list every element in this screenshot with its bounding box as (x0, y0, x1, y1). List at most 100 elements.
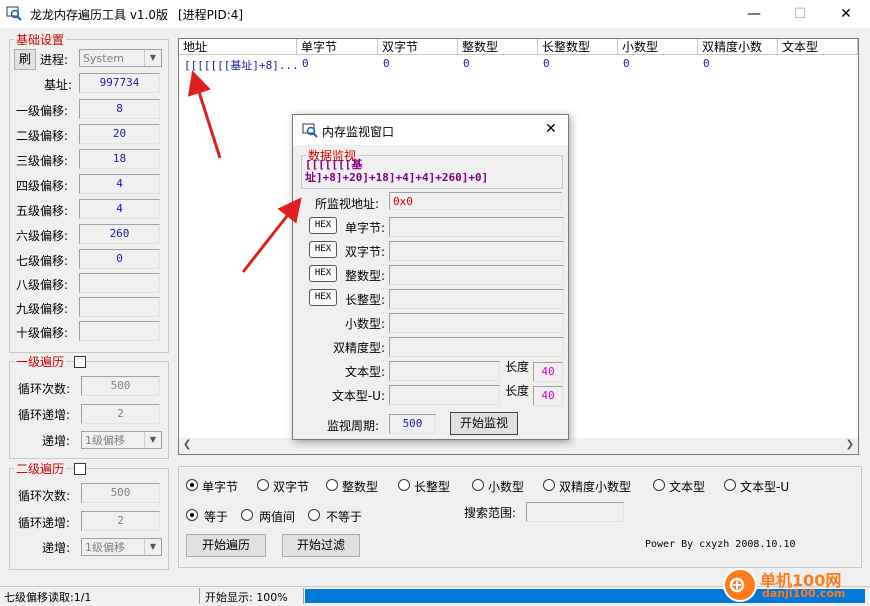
monitor-period-label: 监视周期: (327, 419, 380, 433)
traverse2-inc-label: 循环递增: (18, 516, 71, 530)
offset-input[interactable]: 4 (79, 199, 160, 219)
scroll-left-icon[interactable]: ❮ (183, 439, 191, 450)
compare-radio-label[interactable]: 等于 (204, 508, 228, 525)
traverse1-checkbox[interactable] (74, 356, 86, 368)
traverse2-step-label: 递增: (42, 541, 71, 555)
monitor-address-value[interactable]: 0x0 (389, 192, 562, 210)
column-header[interactable]: 地址 (179, 39, 297, 55)
hex-toggle-button[interactable]: HEX (309, 217, 337, 234)
process-select[interactable]: System ▼ (79, 49, 162, 67)
chevron-down-icon: ▼ (144, 50, 161, 66)
base-value[interactable]: 997734 (79, 73, 160, 93)
dialog-close-button[interactable]: ✕ (545, 121, 557, 137)
traverse1-legend: 一级遍历 (14, 353, 66, 370)
column-header[interactable]: 双字节 (378, 39, 458, 55)
offset-input[interactable]: 8 (79, 99, 160, 119)
type-radio[interactable] (398, 479, 410, 491)
type-radio-label[interactable]: 文本型 (669, 478, 705, 495)
monitor-field-value[interactable] (389, 265, 564, 285)
traverse1-step-select[interactable]: 1级偏移 ▼ (81, 431, 162, 449)
offset-input[interactable]: 260 (79, 224, 160, 244)
offset-label: 五级偏移: (16, 204, 69, 218)
traverse1-step-label: 递增: (42, 434, 71, 448)
column-header[interactable]: 整数型 (458, 39, 538, 55)
monitor-field-value[interactable] (389, 289, 564, 309)
monitor-field-value[interactable] (389, 385, 500, 405)
type-radio[interactable] (326, 479, 338, 491)
hex-toggle-button[interactable]: HEX (309, 241, 337, 258)
monitor-field-value[interactable] (389, 217, 564, 237)
credit-text: Power By cxyzh 2008.10.10 (645, 539, 796, 550)
traverse1-loop-label: 循环次数: (18, 382, 71, 396)
maximize-button[interactable]: ☐ (777, 0, 823, 28)
type-radio[interactable] (653, 479, 665, 491)
type-radio[interactable] (257, 479, 269, 491)
process-pid: [进程PID:4] (178, 8, 244, 22)
type-radio[interactable] (472, 479, 484, 491)
offset-label: 二级偏移: (16, 129, 69, 143)
compare-radio[interactable] (186, 509, 198, 521)
offset-input[interactable]: 18 (79, 149, 160, 169)
start-traverse-button[interactable]: 开始遍历 (186, 534, 266, 557)
refresh-button[interactable]: 刷 (14, 49, 36, 70)
traverse1-loop-input[interactable]: 500 (81, 376, 160, 396)
table-cell: 0 (703, 57, 710, 70)
traverse2-loop-input[interactable]: 500 (81, 483, 160, 503)
type-radio-label[interactable]: 文本型-U (740, 478, 789, 495)
column-header[interactable]: 单字节 (297, 39, 378, 55)
minimize-button[interactable]: — (731, 0, 777, 28)
traverse2-step-select[interactable]: 1级偏移 ▼ (81, 538, 162, 556)
offset-input[interactable] (79, 273, 160, 293)
compare-radio[interactable] (241, 509, 253, 521)
column-header[interactable]: 长整数型 (538, 39, 618, 55)
offset-label: 八级偏移: (16, 278, 69, 292)
offset-input[interactable]: 4 (79, 174, 160, 194)
start-monitor-button[interactable]: 开始监视 (450, 412, 518, 435)
hex-toggle-button[interactable]: HEX (309, 265, 337, 282)
column-header[interactable]: 小数型 (618, 39, 698, 55)
horizontal-scrollbar[interactable]: ❮ ❯ (179, 438, 858, 454)
type-radio-label[interactable]: 长整型 (414, 478, 450, 495)
length-input[interactable]: 40 (533, 386, 563, 406)
compare-radio-label[interactable]: 不等于 (326, 508, 362, 525)
type-radio-label[interactable]: 双字节 (273, 478, 309, 495)
type-radio[interactable] (543, 479, 555, 491)
type-radio-label[interactable]: 单字节 (202, 478, 238, 495)
start-filter-button[interactable]: 开始过滤 (282, 534, 360, 557)
column-header[interactable]: 双精度小数 (698, 39, 778, 55)
traverse1-inc-input[interactable]: 2 (81, 404, 160, 424)
table-cell: 0 (302, 57, 309, 70)
type-radio[interactable] (186, 479, 198, 491)
monitor-field-value[interactable] (389, 241, 564, 261)
monitor-period-input[interactable]: 500 (389, 414, 436, 434)
close-button[interactable]: ✕ (823, 0, 869, 28)
monitor-field-label: 单字节: (344, 221, 385, 235)
monitor-field-label: 小数型: (344, 317, 385, 331)
traverse2-inc-input[interactable]: 2 (81, 511, 160, 531)
column-header[interactable]: 文本型 (778, 39, 858, 55)
monitor-field-value[interactable] (389, 361, 500, 381)
search-range-input[interactable] (526, 502, 624, 522)
length-input[interactable]: 40 (533, 362, 563, 382)
hex-toggle-button[interactable]: HEX (309, 289, 337, 306)
type-radio[interactable] (724, 479, 736, 491)
scroll-right-icon[interactable]: ❯ (846, 439, 854, 450)
process-value: System (83, 52, 125, 65)
offset-input[interactable] (79, 321, 160, 341)
monitor-field-value[interactable] (389, 313, 564, 333)
dialog-title: 内存监视窗口 (322, 125, 395, 139)
offset-input[interactable]: 0 (79, 249, 160, 269)
monitor-field-value[interactable] (389, 337, 564, 357)
offset-input[interactable]: 20 (79, 124, 160, 144)
monitor-field-label: 整数型: (344, 269, 385, 283)
offset-input[interactable] (79, 297, 160, 317)
traverse2-checkbox[interactable] (74, 463, 86, 475)
basic-settings-legend: 基础设置 (16, 33, 65, 47)
type-radio-label[interactable]: 小数型 (488, 478, 524, 495)
compare-radio[interactable] (308, 509, 320, 521)
type-radio-label[interactable]: 整数型 (342, 478, 378, 495)
type-radio-label[interactable]: 双精度小数型 (559, 478, 631, 495)
compare-radio-label[interactable]: 两值间 (259, 508, 295, 525)
monitor-field-label: 文本型-U: (331, 389, 385, 403)
pointer-expression-line2: 址]+8]+20]+18]+4]+4]+260]+0] (305, 171, 489, 184)
